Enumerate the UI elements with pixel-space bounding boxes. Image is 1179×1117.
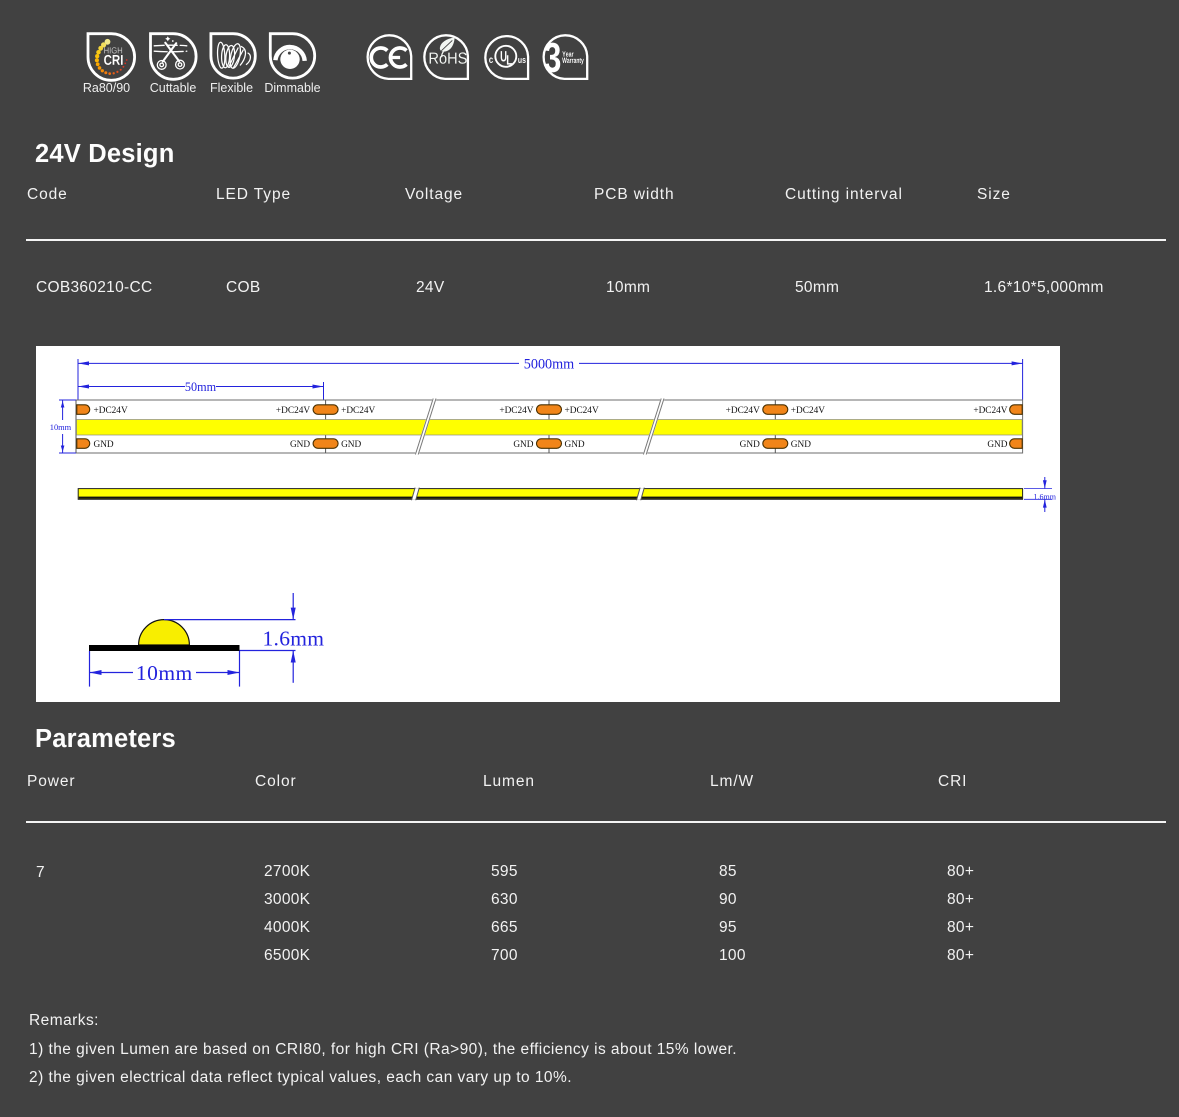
svg-text:10mm: 10mm	[136, 661, 193, 685]
svg-text:+DC24V: +DC24V	[726, 406, 760, 416]
svg-text:GND: GND	[987, 440, 1007, 450]
svg-text:GND: GND	[290, 440, 310, 450]
svg-text:+DC24V: +DC24V	[973, 406, 1007, 416]
svg-text:+DC24V: +DC24V	[565, 406, 599, 416]
svg-text:1.6mm: 1.6mm	[263, 627, 325, 651]
svg-text:GND: GND	[565, 440, 585, 450]
svg-text:GND: GND	[341, 440, 361, 450]
svg-text:GND: GND	[513, 440, 533, 450]
svg-text:+DC24V: +DC24V	[276, 406, 310, 416]
svg-text:+DC24V: +DC24V	[341, 406, 375, 416]
svg-text:GND: GND	[94, 440, 114, 450]
svg-text:10mm: 10mm	[50, 423, 72, 432]
svg-text:GND: GND	[740, 440, 760, 450]
svg-text:+DC24V: +DC24V	[499, 406, 533, 416]
svg-text:1.6mm: 1.6mm	[1034, 492, 1057, 501]
svg-text:GND: GND	[791, 440, 811, 450]
svg-text:+DC24V: +DC24V	[791, 406, 825, 416]
svg-text:50mm: 50mm	[185, 380, 217, 394]
svg-text:+DC24V: +DC24V	[94, 406, 128, 416]
svg-text:5000mm: 5000mm	[524, 357, 574, 373]
